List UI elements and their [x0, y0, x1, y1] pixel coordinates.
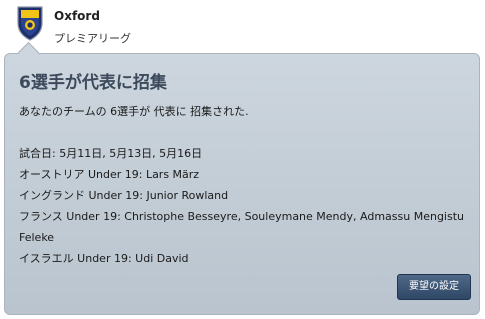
- callup-england: イングランド Under 19: Junior Rowland: [19, 189, 229, 202]
- club-name[interactable]: Oxford: [54, 9, 100, 23]
- message-header: Oxford プレミアリーグ: [0, 0, 485, 56]
- league-name[interactable]: プレミアリーグ: [54, 30, 131, 46]
- message-title: 6選手が代表に招集: [19, 73, 167, 93]
- callup-france: フランス Under 19: Christophe Besseyre, Soul…: [19, 210, 464, 244]
- match-dates: 試合日: 5月11日, 5月13日, 5月16日: [19, 147, 203, 160]
- club-crest-icon[interactable]: [16, 5, 44, 41]
- news-message-card: 6選手が代表に招集 あなたのチームの 6選手が 代表に 招集された. 試合日: …: [4, 53, 480, 315]
- set-request-button[interactable]: 要望の設定: [397, 274, 471, 300]
- message-summary: あなたのチームの 6選手が 代表に 招集された.: [19, 105, 249, 118]
- callup-israel: イスラエル Under 19: Udi David: [19, 252, 189, 265]
- callup-austria: オーストリア Under 19: Lars März: [19, 168, 200, 181]
- message-body: あなたのチームの 6選手が 代表に 招集された. 試合日: 5月11日, 5月1…: [19, 101, 471, 269]
